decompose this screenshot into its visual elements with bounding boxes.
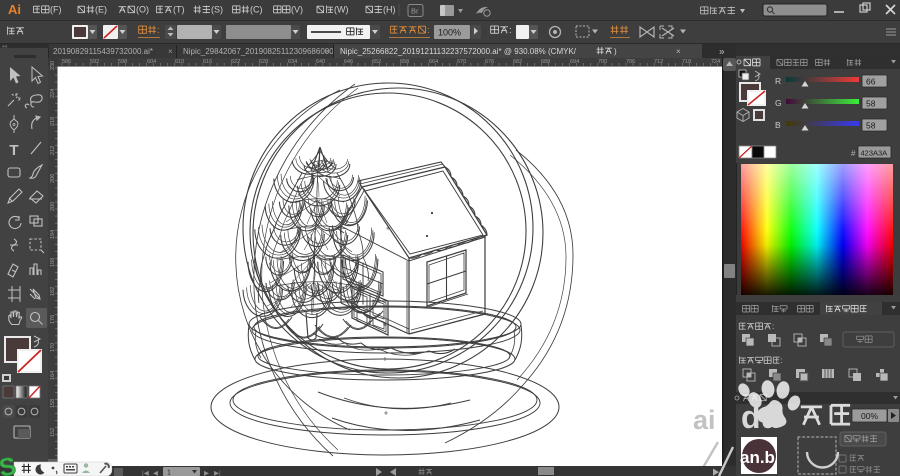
svg-text:▶|: ▶|: [214, 470, 221, 476]
svg-text:(W): (W): [334, 5, 349, 15]
svg-text:164: 164: [50, 371, 56, 380]
svg-text:170: 170: [50, 343, 56, 352]
svg-text:423A3A: 423A3A: [861, 149, 888, 158]
svg-text:646: 646: [344, 59, 353, 65]
svg-text:194: 194: [50, 230, 56, 239]
svg-text::: :: [157, 25, 160, 36]
svg-text:676: 676: [485, 59, 494, 65]
svg-text:598: 598: [118, 59, 127, 65]
svg-text:230: 230: [50, 61, 56, 70]
svg-text:T: T: [9, 142, 18, 159]
svg-text:R: R: [775, 76, 781, 86]
svg-text:664: 664: [429, 59, 438, 65]
svg-text:): ): [614, 47, 617, 56]
svg-text:(S): (S): [211, 5, 223, 15]
svg-text:#: #: [851, 149, 856, 158]
svg-text:(O): (O): [136, 5, 149, 15]
svg-text:206: 206: [50, 174, 56, 183]
svg-text:(F): (F): [50, 5, 62, 15]
svg-text:706: 706: [626, 59, 635, 65]
svg-text:200: 200: [50, 202, 56, 211]
svg-text:00%: 00%: [861, 411, 878, 421]
svg-text:Nipic_29842067_201908251123096: Nipic_29842067_20190825112309686000.ai*: [183, 47, 345, 56]
svg-text:670: 670: [457, 59, 466, 65]
svg-text:682: 682: [513, 59, 522, 65]
svg-text:×: ×: [325, 47, 330, 56]
svg-text:58: 58: [866, 99, 876, 109]
svg-text:712: 712: [654, 59, 663, 65]
svg-text:610: 610: [175, 59, 184, 65]
svg-text:182: 182: [50, 287, 56, 296]
svg-text:Br: Br: [411, 7, 419, 16]
svg-text:176: 176: [50, 315, 56, 324]
svg-text:688: 688: [541, 59, 550, 65]
svg-text:58: 58: [866, 121, 876, 131]
svg-text:du: du: [741, 399, 780, 435]
svg-text::: :: [427, 25, 430, 36]
svg-text:604: 604: [147, 59, 156, 65]
svg-text:700: 700: [598, 59, 607, 65]
svg-text:20190829115439732000.ai*: 20190829115439732000.ai*: [53, 47, 153, 56]
svg-text::: :: [772, 321, 774, 331]
svg-text:724: 724: [711, 59, 720, 65]
svg-text:(C): (C): [250, 5, 263, 15]
svg-text:an.b: an.b: [740, 448, 775, 467]
svg-text:|◀: |◀: [142, 470, 150, 476]
svg-text:»: »: [719, 47, 725, 58]
svg-text:640: 640: [316, 59, 325, 65]
svg-text:×: ×: [676, 47, 681, 56]
svg-text:592: 592: [90, 59, 99, 65]
svg-text::: :: [781, 355, 783, 365]
svg-text:×: ×: [168, 47, 173, 56]
svg-text:1: 1: [167, 470, 171, 476]
svg-text:(T): (T): [173, 5, 185, 15]
svg-text::: :: [509, 25, 512, 36]
svg-text:622: 622: [231, 59, 240, 65]
svg-text:628: 628: [259, 59, 268, 65]
svg-text:(H): (H): [383, 5, 396, 15]
svg-text:Nipic_25266822_201912111322375: Nipic_25266822_20191211132237572000.ai* …: [340, 47, 577, 56]
svg-text:(E): (E): [95, 5, 107, 15]
svg-text:(V): (V): [291, 5, 303, 15]
svg-text:Ai: Ai: [8, 2, 21, 17]
svg-text:658: 658: [400, 59, 409, 65]
svg-text:212: 212: [50, 146, 56, 155]
svg-text:616: 616: [203, 59, 212, 65]
svg-text:ai: ai: [693, 405, 716, 435]
svg-text:652: 652: [372, 59, 381, 65]
svg-text:G: G: [775, 98, 782, 108]
svg-text:224: 224: [50, 89, 56, 98]
svg-text:66: 66: [866, 77, 876, 87]
svg-text:634: 634: [288, 59, 297, 65]
svg-text:152: 152: [50, 428, 56, 437]
svg-text:586: 586: [62, 59, 71, 65]
svg-text:718: 718: [682, 59, 691, 65]
svg-text:100%: 100%: [438, 28, 461, 38]
svg-text:B: B: [775, 120, 781, 130]
svg-text:694: 694: [570, 59, 579, 65]
